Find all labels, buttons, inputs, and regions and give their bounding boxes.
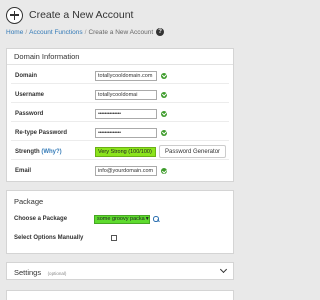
strength-label: Strength <box>15 148 40 155</box>
breadcrumb-current: Create a New Account <box>88 28 154 36</box>
choose-package-label: Choose a Package <box>14 216 68 222</box>
help-icon[interactable]: ? <box>156 28 165 36</box>
next-panel <box>6 290 234 300</box>
check-icon <box>161 72 167 79</box>
choose-package-row: Choose a Package some groovy packa ▼ <box>7 211 233 227</box>
domain-label: Domain <box>15 72 38 79</box>
domain-information-panel: Domain Information Domain totallycooldom… <box>6 48 234 182</box>
username-row: Username totallycooldomai <box>11 87 229 103</box>
settings-heading: Settings <box>14 268 42 277</box>
password-input[interactable]: •••••••••••••• <box>95 108 157 119</box>
breadcrumb: Home / Account Functions / Create a New … <box>6 28 165 36</box>
breadcrumb-separator: / <box>84 28 87 36</box>
select-options-row: Select Options Manually <box>7 230 233 246</box>
select-options-checkbox[interactable] <box>111 235 117 241</box>
password-label: Password <box>15 110 44 117</box>
breadcrumb-separator: / <box>25 28 28 36</box>
retype-password-label: Re-type Password <box>15 129 68 136</box>
package-panel: Package Choose a Package some groovy pac… <box>6 190 234 254</box>
check-icon <box>161 91 167 98</box>
check-icon <box>161 110 167 117</box>
password-strength-meter: Very Strong (100/100) <box>95 146 156 157</box>
username-input[interactable]: totallycooldomai <box>95 89 157 100</box>
settings-optional-label: (optional) <box>47 271 67 276</box>
page-title: Create a New Account <box>29 9 134 21</box>
package-heading: Package <box>14 197 44 206</box>
breadcrumb-home-link[interactable]: Home <box>6 29 23 36</box>
email-label: Email <box>15 168 32 174</box>
domain-row: Domain totallycooldomain.com <box>11 68 229 84</box>
search-icon[interactable] <box>153 216 159 222</box>
add-circle-icon <box>6 6 23 24</box>
retype-password-input[interactable]: •••••••••••••• <box>95 127 157 138</box>
page-header: Create a New Account <box>6 5 133 25</box>
select-options-label: Select Options Manually <box>14 235 84 241</box>
package-select[interactable]: some groovy packa ▼ <box>94 214 150 224</box>
check-icon <box>161 168 167 174</box>
settings-panel[interactable]: Settings (optional) <box>6 262 234 280</box>
domain-information-heading: Domain Information <box>7 49 233 65</box>
package-select-value: some groovy packa <box>97 216 145 222</box>
email-input[interactable]: info@yourdomain.com <box>95 166 157 176</box>
username-label: Username <box>15 91 45 98</box>
settings-title-group: Settings (optional) <box>14 262 66 280</box>
password-row: Password •••••••••••••• <box>11 106 229 122</box>
email-row: Email info@yourdomain.com <box>11 163 229 179</box>
strength-row: Strength (Why?) Very Strong (100/100) Pa… <box>11 144 229 160</box>
strength-why-link[interactable]: (Why?) <box>41 149 61 155</box>
domain-input[interactable]: totallycooldomain.com <box>95 70 157 81</box>
retype-password-row: Re-type Password •••••••••••••• <box>11 125 229 141</box>
strength-label-group: Strength (Why?) <box>15 149 95 155</box>
chevron-down-icon[interactable] <box>219 265 228 274</box>
chevron-down-icon: ▼ <box>144 216 150 222</box>
check-icon <box>161 129 167 136</box>
breadcrumb-account-functions-link[interactable]: Account Functions <box>29 29 82 36</box>
password-generator-button[interactable]: Password Generator <box>159 145 227 158</box>
